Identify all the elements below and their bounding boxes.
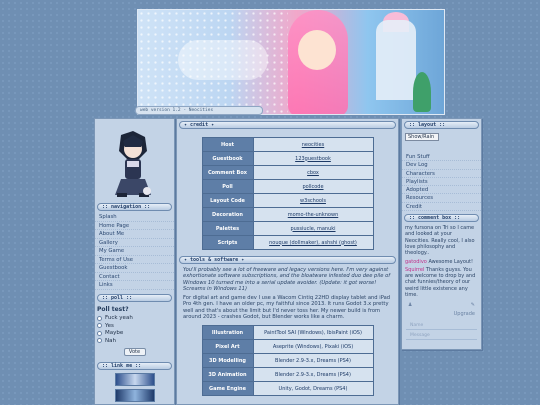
avatar-character (115, 131, 151, 197)
radio-icon[interactable] (97, 323, 102, 329)
right-sidebar: :: layout :: Show/Rain Fun Stuff Dev Log… (401, 118, 482, 350)
poll-option[interactable]: Yes (95, 322, 174, 330)
radio-icon[interactable] (97, 330, 102, 336)
link-button-88x31[interactable] (114, 372, 155, 386)
banner-palm-tree (413, 72, 431, 112)
nav-item-splash[interactable]: Splash (95, 213, 174, 222)
comment: my fursona on Tri so I came and looked a… (405, 225, 475, 257)
banner-tower (376, 20, 416, 100)
table-row: Pixel Art Aseprite (Windows), Pixaki (iOS… (202, 340, 373, 354)
credit-link[interactable]: momo-the-unknown (288, 212, 339, 218)
main-content: ✦ credit ✦ Host neocities Guestbook 123gue… (176, 118, 399, 405)
credit-link[interactable]: cbox (307, 170, 319, 176)
nav-item-contact[interactable]: Contact (95, 273, 174, 281)
credit-link[interactable]: nouque (dollmaker), ashshi (ghost) (269, 240, 357, 246)
link-me-title: :: link me :: (97, 361, 172, 370)
name-input[interactable]: Name (406, 322, 477, 331)
layout-item-adopted[interactable]: Adopted (402, 186, 481, 195)
table-row: Illustration PaintTool SAI (Windows), Ibi… (202, 326, 373, 340)
comment-author[interactable]: gatodivo (405, 259, 427, 265)
nav-item-links[interactable]: Links (95, 281, 174, 290)
user-icon[interactable]: ♟ (408, 302, 412, 308)
version-bar: web version 1.2 - Neocities (135, 106, 263, 115)
tools-title: ✦ tools & software ✦ (179, 256, 396, 264)
edit-icon[interactable]: ✎ (471, 302, 475, 308)
layout-item-devlog[interactable]: Dev Log (402, 161, 481, 170)
nav-item-home[interactable]: Home Page (95, 222, 174, 230)
poll-option[interactable]: Fuck yeah (95, 315, 174, 323)
layout-item-characters[interactable]: Characters (402, 170, 481, 178)
left-sidebar: :: navigation :: Splash Home Page About … (94, 118, 175, 405)
credit-title: ✦ credit ✦ (179, 121, 396, 129)
comment-author[interactable]: Squirrel (405, 267, 424, 273)
comment: gatodivo Awesome Layout! (405, 258, 474, 265)
nav-item-guestbook[interactable]: Guestbook (95, 264, 174, 273)
upgrade-link[interactable]: Upgrade (454, 311, 475, 317)
poll-title: :: poll :: (97, 293, 172, 302)
nav-item-gallery[interactable]: Gallery (95, 239, 174, 247)
tools-paragraph-2: For digital art and game dev I use a Wac… (183, 295, 391, 321)
table-row: 3D Animation Blender 2.9-3.x, Dreams (PS4… (202, 368, 373, 382)
table-row: Palettes pussiucle, manuki (202, 222, 373, 235)
credit-link[interactable]: neocities (302, 142, 324, 148)
navigation-title: :: navigation :: (97, 203, 172, 211)
credit-link[interactable]: pollcode (302, 184, 323, 190)
table-row: Decoration momo-the-unknown (202, 208, 373, 221)
credit-table: Host neocities Guestbook 123guestbook Comm… (201, 137, 374, 250)
table-row: Comment Box cbox (202, 166, 373, 179)
credit-link[interactable]: pussiucle, manuki (290, 226, 335, 232)
radio-icon[interactable] (97, 315, 102, 321)
layout-item-resources[interactable]: Resources (402, 194, 481, 203)
nav-item-terms[interactable]: Terms of Use (95, 256, 174, 264)
credit-link[interactable]: w3schools (300, 198, 326, 204)
poll-option[interactable]: Nah (95, 337, 174, 345)
table-row: Guestbook 123guestbook (202, 152, 373, 165)
layout-item-playlists[interactable]: Playlists (402, 178, 481, 187)
table-row: Poll pollcode (202, 180, 373, 193)
table-row: Host neocities (202, 138, 373, 151)
poll-question: Poll test? (97, 305, 129, 313)
table-row: Game Engine Unity, Godot, Dreams (PS4) (202, 382, 373, 396)
nav-item-about[interactable]: About Me (95, 230, 174, 239)
message-input[interactable]: Message (406, 332, 477, 341)
banner-character-face (298, 30, 336, 70)
table-row: 3D Modelling Blender 2.9-3.x, Dreams (PS4… (202, 354, 373, 368)
poll-option[interactable]: Maybe (95, 330, 174, 338)
link-button-88x31-alt[interactable] (114, 388, 155, 402)
layout-item-credit[interactable]: Credit (402, 203, 481, 212)
comment: Squirrel Thanks guyss. You are welcome t… (405, 266, 476, 299)
banner-cloud (178, 40, 268, 80)
table-row: Scripts nouque (dollmaker), ashshi (ghost… (202, 236, 373, 249)
header-banner (137, 9, 445, 115)
credit-link[interactable]: 123guestbook (295, 156, 331, 162)
comment-box-title: :: comment box :: (404, 214, 479, 223)
tools-paragraph-1: You'll probably see a lot of freeware an… (183, 267, 391, 292)
nav-item-game[interactable]: My Game (95, 247, 174, 256)
layout-title: :: layout :: (404, 121, 479, 129)
show-rain-button[interactable]: Show/Rain (405, 133, 439, 141)
tools-table: Illustration PaintTool SAI (Windows), Ibi… (201, 325, 374, 397)
table-row: Layout Code w3schools (202, 194, 373, 207)
layout-item-fun[interactable]: Fun Stuff (402, 153, 481, 162)
vote-button[interactable]: Vote (123, 347, 146, 356)
radio-icon[interactable] (97, 338, 102, 344)
